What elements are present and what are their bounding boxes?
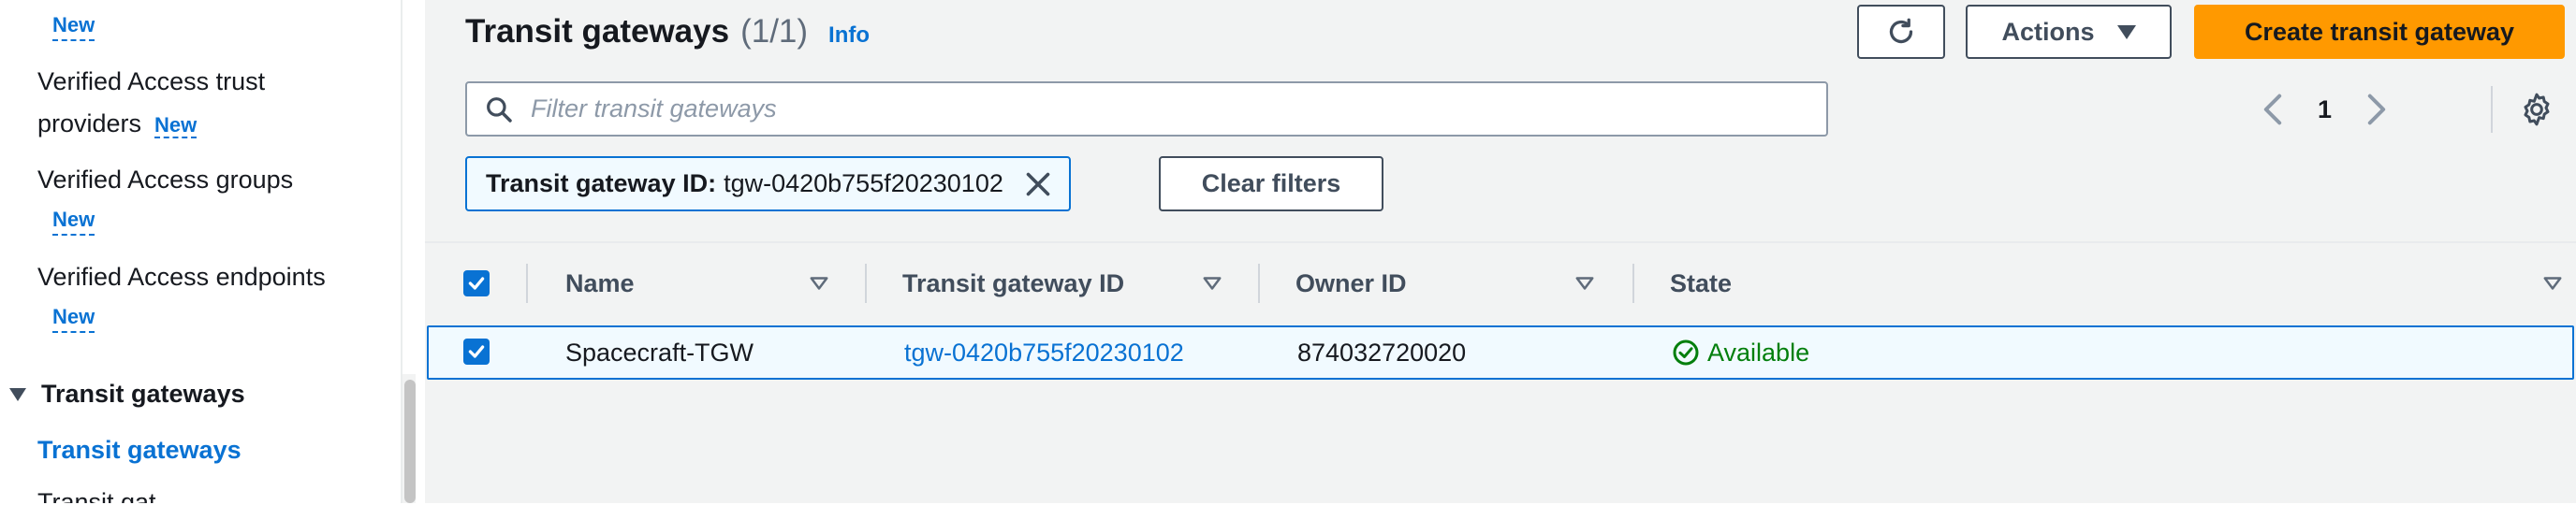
divider — [2491, 86, 2493, 133]
main-content: Transit gateways (1/1) Info Actions Crea… — [425, 0, 2576, 503]
row-checkbox[interactable] — [463, 339, 490, 365]
gear-icon[interactable] — [2518, 91, 2555, 128]
sort-icon[interactable] — [2542, 275, 2563, 292]
column-header-transit-gateway-id[interactable]: Transit gateway ID — [902, 243, 1124, 324]
actions-dropdown[interactable]: Actions — [1966, 5, 2172, 59]
item-count: (1/1) — [740, 13, 809, 50]
filter-token-label: Transit gateway ID: — [486, 169, 717, 197]
status-success-icon — [1673, 339, 1699, 366]
sidebar-item-verified-access-groups[interactable]: Verified Access groups — [37, 159, 293, 200]
chevron-left-icon[interactable] — [2260, 93, 2286, 126]
sort-icon[interactable] — [809, 275, 829, 292]
sidebar-item-label: Verified Access trust — [37, 67, 266, 95]
sidebar-item-verified-access-endpoints[interactable]: Verified Access endpoints — [37, 256, 326, 297]
search-input[interactable] — [529, 94, 1787, 124]
column-header-state[interactable]: State — [1670, 243, 1732, 324]
check-icon — [468, 345, 485, 358]
column-divider[interactable] — [1258, 264, 1260, 303]
sort-icon[interactable] — [1574, 275, 1595, 292]
caret-down-icon — [2116, 24, 2136, 39]
column-header-owner-id[interactable]: Owner ID — [1295, 243, 1407, 324]
create-transit-gateway-button[interactable]: Create transit gateway — [2194, 5, 2565, 59]
sidebar-item-label: Verified Access groups — [37, 166, 294, 194]
refresh-icon — [1889, 18, 1913, 44]
filter-token: Transit gateway ID: tgw-0420b755f2023010… — [465, 156, 1071, 211]
new-badge: New — [52, 208, 95, 236]
page-title-text: Transit gateways — [465, 13, 730, 50]
table-row[interactable]: Spacecraft-TGW tgw-0420b755f20230102 874… — [427, 325, 2574, 380]
cell-name: Spacecraft-TGW — [565, 338, 754, 367]
column-divider[interactable] — [1632, 264, 1634, 303]
cell-transit-gateway-id-link[interactable]: tgw-0420b755f20230102 — [904, 327, 1184, 378]
sidebar-item-transit-gateways[interactable]: Transit gateways — [37, 436, 242, 465]
search-field[interactable] — [465, 81, 1828, 137]
new-badge: New — [52, 13, 95, 41]
info-link[interactable]: Info — [828, 22, 870, 49]
sidebar-section-transit-gateways[interactable]: Transit gateways — [9, 380, 245, 409]
new-badge: New — [52, 305, 95, 333]
close-icon — [1026, 172, 1050, 195]
sidebar-item-verified-access-trust-providers-line2[interactable]: providers New — [37, 103, 198, 146]
caret-down-icon — [9, 387, 26, 401]
refresh-button[interactable] — [1857, 5, 1945, 59]
sidebar-item-label: providers — [37, 109, 142, 137]
column-divider[interactable] — [865, 264, 867, 303]
state-label: Available — [1707, 338, 1810, 367]
sidebar-scrollbar-thumb[interactable] — [404, 380, 416, 503]
chevron-right-icon[interactable] — [2364, 93, 2390, 126]
cell-state: Available — [1672, 327, 1809, 378]
pagination: 1 — [2260, 89, 2390, 130]
new-badge: New — [154, 113, 198, 138]
select-all-checkbox[interactable] — [463, 270, 490, 296]
check-icon — [468, 277, 485, 290]
column-header-name[interactable]: Name — [565, 243, 635, 324]
transit-gateways-table: Name Transit gateway ID Owner ID State S… — [425, 241, 2576, 505]
sidebar-item-transit-gateway-attachments[interactable]: Transit gat — [37, 488, 156, 503]
side-navigation: New Verified Access trust providers New V… — [0, 0, 402, 503]
cell-owner-id: 874032720020 — [1297, 338, 1467, 367]
page-title: Transit gateways (1/1) Info — [465, 13, 870, 50]
sidebar-item-label: Verified Access endpoints — [37, 263, 326, 291]
actions-label: Actions — [2001, 17, 2095, 46]
sort-icon[interactable] — [1202, 275, 1222, 292]
sidebar-section-label: Transit gateways — [41, 380, 245, 408]
remove-filter-button[interactable] — [1024, 170, 1052, 198]
table-header-row: Name Transit gateway ID Owner ID State — [425, 243, 2576, 324]
page-number[interactable]: 1 — [2318, 95, 2332, 124]
filter-token-value: tgw-0420b755f20230102 — [724, 169, 1003, 197]
search-icon — [487, 96, 512, 123]
sidebar-item-verified-access-trust-providers[interactable]: Verified Access trust — [37, 61, 265, 102]
column-divider[interactable] — [526, 264, 528, 303]
clear-filters-button[interactable]: Clear filters — [1159, 156, 1383, 211]
